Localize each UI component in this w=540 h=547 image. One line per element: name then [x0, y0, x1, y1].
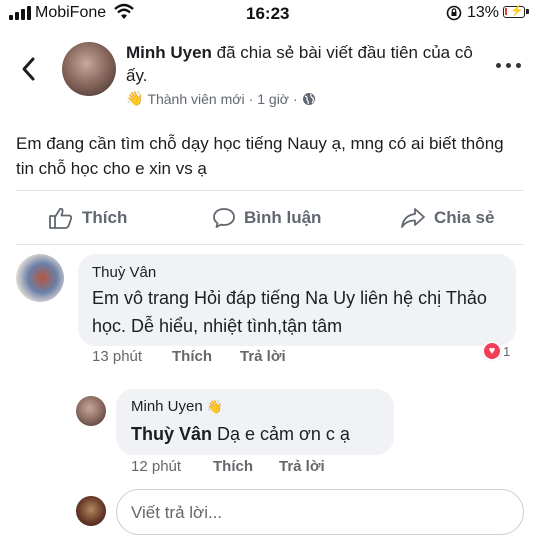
comment-button[interactable]: Bình luận — [212, 204, 321, 232]
post-meta: 👋 Thành viên mới · 1 giờ · — [126, 90, 316, 107]
comment-time: 13 phút — [92, 348, 143, 365]
comment-author[interactable]: Thuỳ Vân — [92, 264, 156, 281]
avatar[interactable] — [76, 396, 106, 426]
carrier-label: MobiFone — [35, 4, 107, 21]
battery-charging-icon: ⚡ — [503, 5, 529, 18]
reply-time: 12 phút — [131, 458, 182, 475]
post-author-line: Minh Uyen đã chia sẻ bài viết đầu tiên c… — [126, 41, 486, 87]
reply-author-line: Minh Uyen 👋 — [131, 398, 223, 415]
wave-hand-icon: 👋 — [126, 90, 144, 106]
post-time[interactable]: 1 giờ — [257, 91, 289, 107]
clock: 16:23 — [246, 4, 290, 23]
like-button[interactable]: Thích — [48, 204, 127, 232]
comment-text: Em vô trang Hỏi đáp tiếng Na Uy liên hệ … — [92, 288, 487, 336]
love-reaction-icon: ♥ — [482, 341, 502, 361]
signal-icon — [9, 6, 31, 20]
reaction-summary[interactable]: ♥ 1 — [482, 341, 510, 361]
wifi-icon — [114, 3, 134, 19]
reply-like-link[interactable]: Thích — [213, 458, 279, 475]
reply-text: Thuỳ Vân Dạ e cảm ơn c ạ — [131, 424, 350, 444]
globe-icon — [302, 92, 315, 105]
post-text: Em đang cần tìm chỗ dạy học tiếng Nauy ạ… — [16, 134, 504, 178]
more-dots-icon[interactable] — [496, 62, 522, 70]
back-chevron-icon[interactable] — [18, 54, 40, 84]
share-arrow-icon — [401, 208, 425, 228]
divider — [16, 244, 524, 245]
reply-composer[interactable] — [116, 489, 524, 535]
comment-meta: 13 phút Thích Trả lời — [92, 348, 286, 365]
avatar[interactable] — [62, 42, 116, 96]
wave-hand-icon: 👋 — [206, 398, 223, 414]
reaction-count: 1 — [503, 343, 511, 359]
comment-like-link[interactable]: Thích — [172, 348, 240, 365]
divider — [16, 190, 524, 191]
battery-percent: 13% — [467, 4, 500, 21]
reply-meta: 12 phút Thích Trả lời — [131, 458, 325, 475]
avatar — [76, 496, 106, 526]
share-button[interactable]: Chia sẻ — [400, 204, 494, 232]
new-member-badge: Thành viên mới — [147, 90, 245, 107]
reply-mention[interactable]: Thuỳ Vân — [131, 424, 212, 444]
reply-author[interactable]: Minh Uyen — [131, 398, 203, 415]
orientation-lock-icon — [446, 5, 462, 21]
comment-reply-link[interactable]: Trả lời — [240, 348, 286, 365]
avatar[interactable] — [16, 254, 64, 302]
reply-input[interactable] — [131, 501, 511, 525]
thumbs-up-icon — [49, 207, 73, 229]
author-name[interactable]: Minh Uyen — [126, 43, 212, 62]
status-bar: MobiFone 16:23 13% ⚡ — [0, 0, 540, 30]
comment-bubble-icon — [213, 208, 235, 228]
reply-reply-link[interactable]: Trả lời — [279, 458, 325, 475]
